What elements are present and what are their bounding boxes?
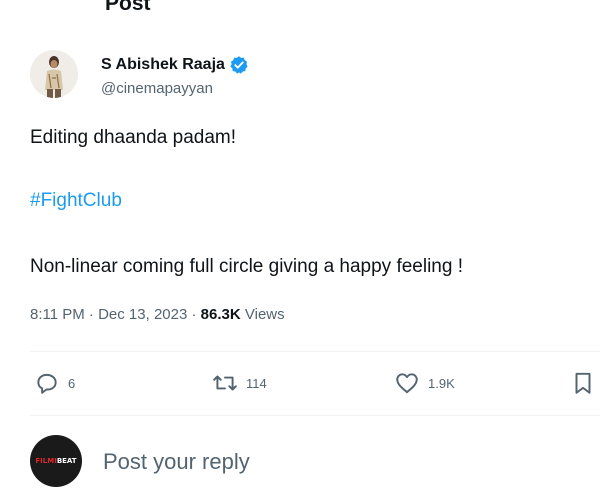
views-count: 86.3K (200, 306, 241, 323)
meta-separator: · (187, 306, 201, 323)
tweet-meta: 8:11 PM · Dec 13, 2023 · 86.3K Views (30, 305, 285, 325)
retweet-button[interactable]: 114 (212, 368, 267, 398)
divider (30, 415, 600, 416)
reply-composer: FILMIBEAT Post your reply (30, 435, 590, 491)
tweet-text-line-1: Editing dhaanda padam! (30, 127, 236, 148)
tweet-date[interactable]: Dec 13, 2023 (98, 306, 187, 323)
author-handle[interactable]: @cinemapayyan (101, 79, 213, 99)
avatar-image (30, 50, 78, 98)
views-label: Views (244, 306, 285, 323)
reply-button[interactable]: 6 (34, 368, 75, 398)
divider (30, 351, 600, 352)
arrow-left-icon[interactable] (32, 0, 54, 4)
tweet-time[interactable]: 8:11 PM (30, 306, 85, 323)
retweet-count: 114 (246, 375, 267, 391)
tweet-actions: 6 114 1.9K (30, 368, 600, 398)
avatar[interactable]: FILMIBEAT (30, 435, 82, 487)
author-name[interactable]: S Abishek Raaja (101, 55, 225, 75)
reply-input[interactable]: Post your reply (103, 449, 250, 475)
hashtag-link[interactable]: #FightClub (30, 189, 122, 213)
like-button[interactable]: 1.9K (394, 368, 455, 398)
page-title: Post (105, 0, 151, 15)
filmibeat-logo: FILMIBEAT (35, 457, 77, 465)
reply-count: 6 (68, 375, 76, 391)
author-name-row: S Abishek Raaja (101, 54, 249, 76)
reply-icon (37, 373, 57, 394)
meta-separator: · (84, 306, 99, 323)
retweet-icon (213, 375, 237, 391)
avatar[interactable] (30, 50, 78, 98)
tweet-author: S Abishek Raaja @cinemapayyan (30, 50, 590, 106)
heart-icon (396, 373, 418, 394)
like-count: 1.9K (428, 375, 455, 391)
tweet-text-line-3: Non-linear coming full circle giving a h… (30, 256, 464, 277)
verified-badge-icon (230, 56, 248, 74)
post-header: Post (0, 0, 600, 16)
bookmark-icon (575, 372, 591, 394)
bookmark-button[interactable] (570, 368, 596, 398)
